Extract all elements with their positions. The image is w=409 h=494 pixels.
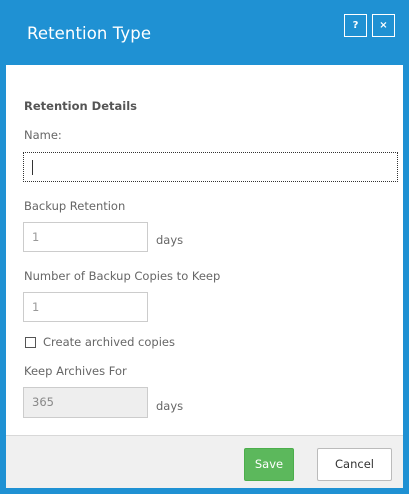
archive-checkbox-label[interactable]: Create archived copies xyxy=(43,335,175,349)
section-title: Retention Details xyxy=(24,99,138,113)
copies-label: Number of Backup Copies to Keep xyxy=(24,269,221,283)
keep-archives-input: 365 xyxy=(23,387,148,418)
help-button[interactable]: ? xyxy=(344,14,367,37)
dialog-titlebar: Retention Type ? × xyxy=(6,6,403,65)
keep-archives-label: Keep Archives For xyxy=(24,364,127,378)
keep-archives-unit: days xyxy=(156,399,184,413)
save-button[interactable]: Save xyxy=(244,448,294,481)
close-button[interactable]: × xyxy=(372,14,395,37)
backup-retention-input[interactable]: 1 xyxy=(23,222,148,252)
dialog-content: Retention Details Name: Backup Retention… xyxy=(6,65,403,436)
archive-checkbox[interactable] xyxy=(25,337,36,348)
backup-retention-label: Backup Retention xyxy=(24,199,126,213)
dialog-footer: Save Cancel xyxy=(6,435,403,488)
name-input[interactable] xyxy=(23,152,398,182)
retention-type-dialog: Retention Type ? × Retention Details Nam… xyxy=(0,0,409,494)
backup-retention-unit: days xyxy=(156,233,184,247)
dialog-title: Retention Type xyxy=(27,24,152,43)
text-caret xyxy=(32,160,33,175)
name-label: Name: xyxy=(24,128,62,142)
copies-input[interactable]: 1 xyxy=(23,292,148,322)
cancel-button[interactable]: Cancel xyxy=(317,448,392,481)
